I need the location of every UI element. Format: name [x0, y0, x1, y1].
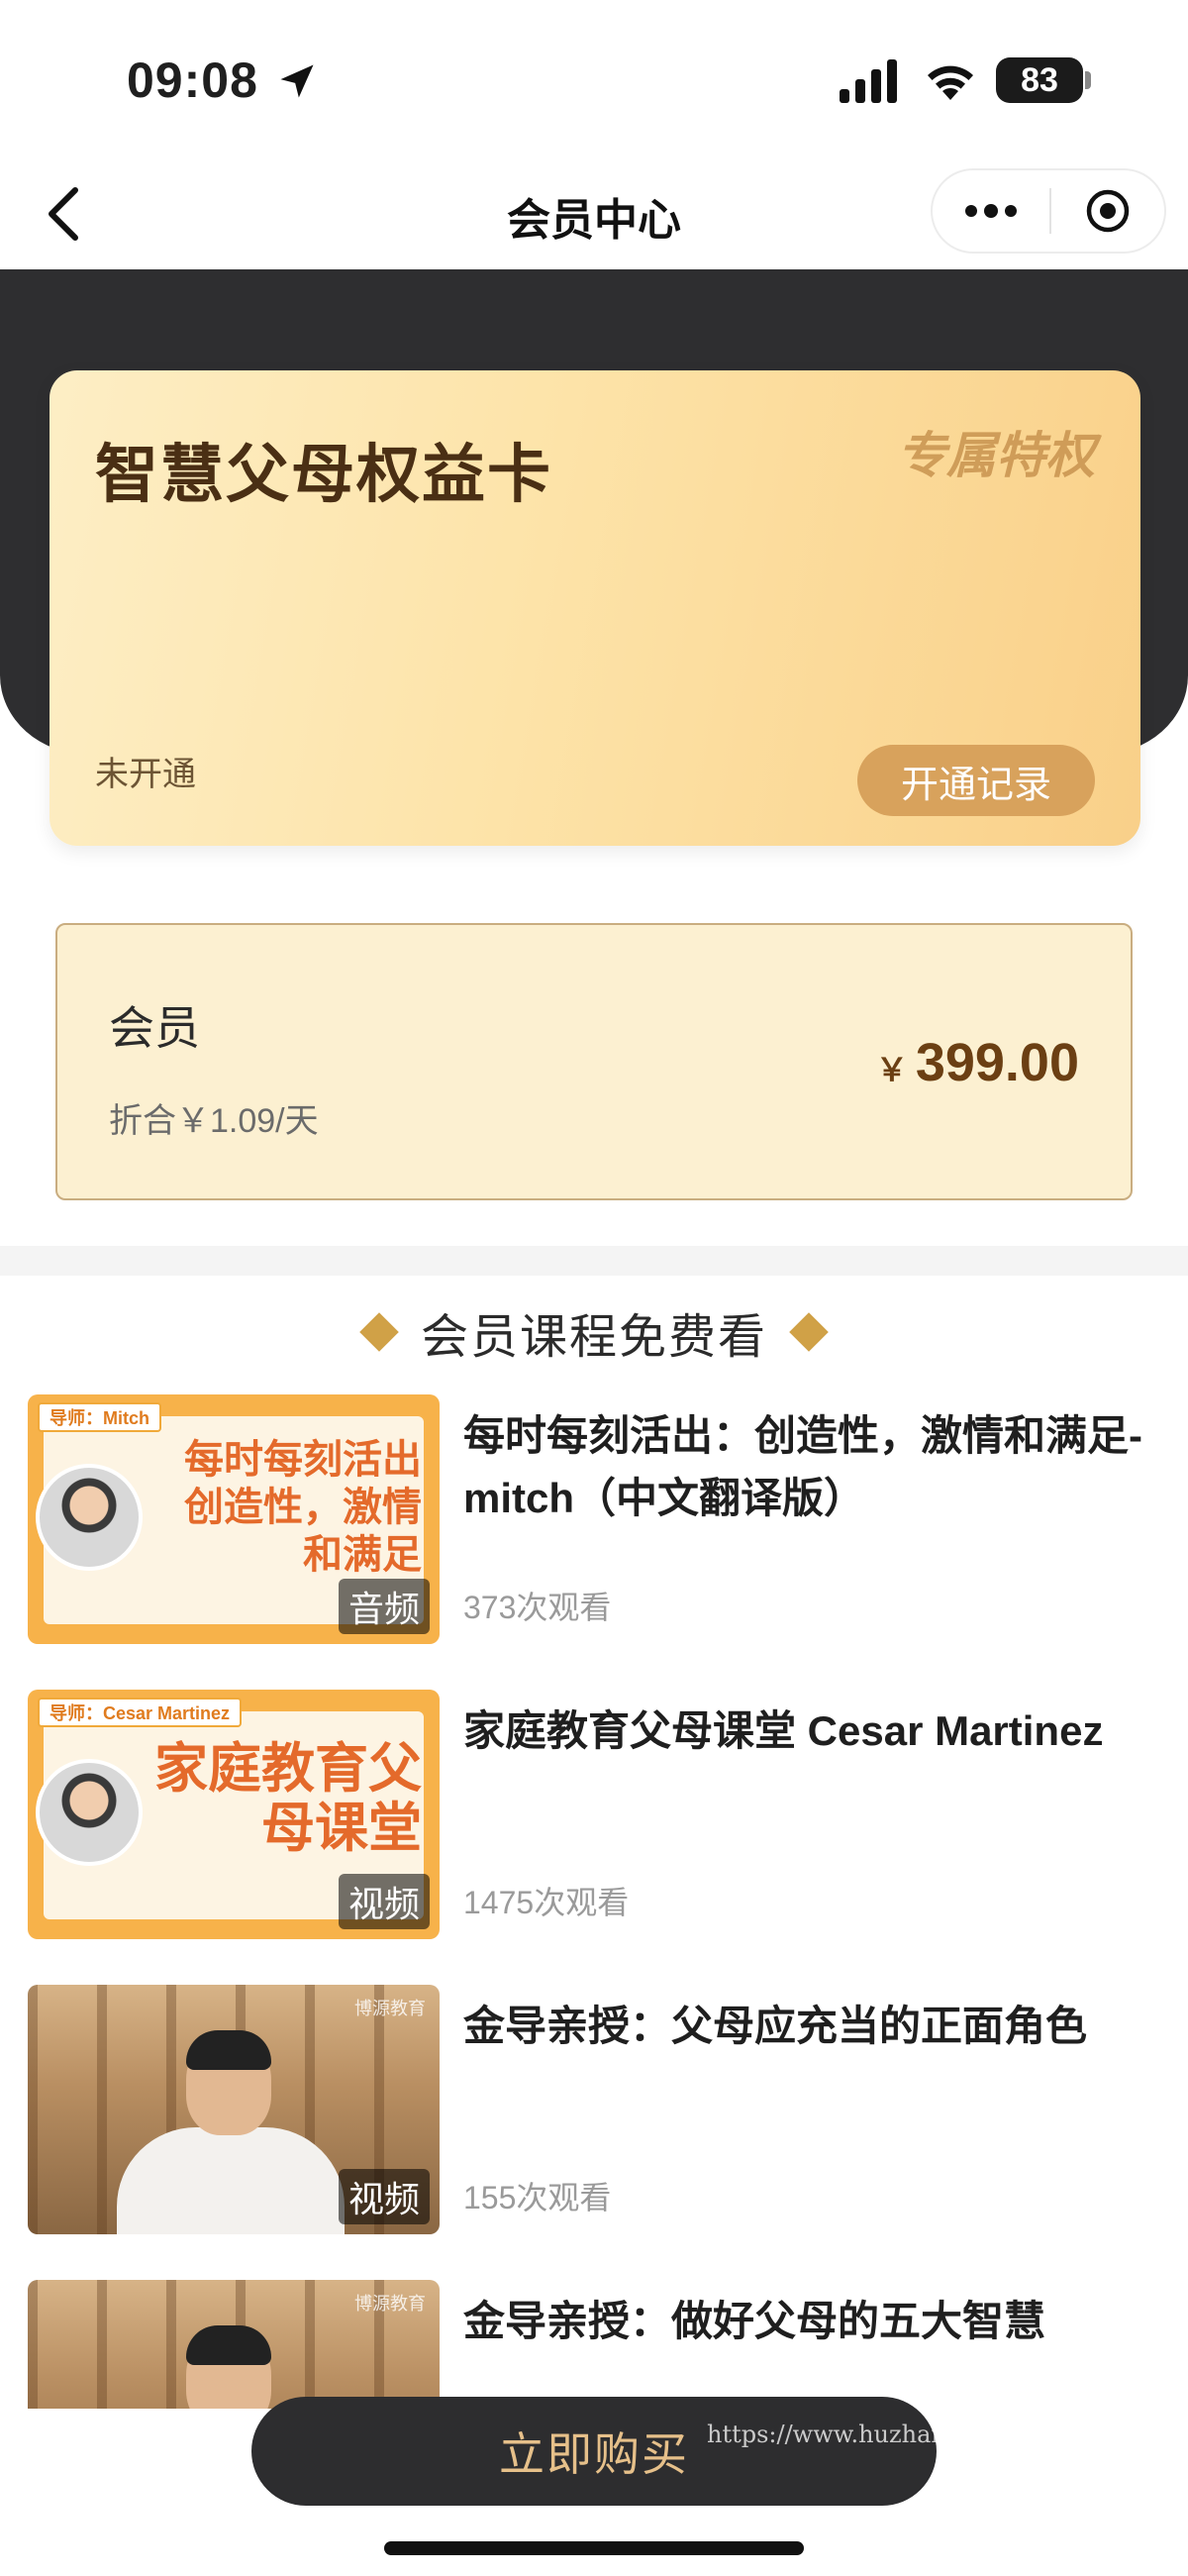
thumbnail-brand-mark: 博源教育: [354, 2294, 426, 2314]
course-title: 每时每刻活出：创造性，激情和满足-mitch（中文翻译版）: [463, 1412, 1142, 1521]
back-chevron-icon[interactable]: [44, 184, 87, 244]
course-item[interactable]: 博源教育 视频 金导亲授：父母应充当的正面角色 155次观看: [28, 1985, 1166, 2234]
teacher-photo: [117, 2024, 345, 2234]
course-views: 373次观看: [463, 1590, 612, 1625]
price-amount: 399.00: [915, 1033, 1079, 1092]
section-header: 会员课程免费看: [0, 1297, 1188, 1367]
more-dots-icon[interactable]: [933, 170, 1049, 252]
nav-bar: 会员中心: [0, 158, 1188, 269]
wifi-icon: [928, 65, 973, 100]
course-thumbnail: 导师：Mitch 每时每刻活出创造性，激情和满足 音频: [28, 1394, 440, 1644]
course-item[interactable]: 博源教育 金导亲授：做好父母的五大智慧: [28, 2280, 1166, 2409]
course-title: 金导亲授：做好父母的五大智慧: [463, 2298, 1046, 2344]
watermark: https://www.huzhan.com/ishop25253: [707, 2421, 1152, 2448]
section-title: 会员课程免费看: [420, 1311, 767, 1364]
status-time: 09:08: [127, 52, 258, 108]
mini-program-capsule: [931, 168, 1166, 254]
teacher-avatar: [36, 1759, 143, 1866]
home-indicator: [384, 2541, 804, 2555]
course-item[interactable]: 导师：Cesar Martinez 家庭教育父母课堂 视频 家庭教育父母课堂 C…: [28, 1690, 1166, 1939]
thumbnail-headline: 每时每刻活出创造性，激情和满足: [184, 1438, 422, 1577]
course-item[interactable]: 导师：Mitch 每时每刻活出创造性，激情和满足 音频 每时每刻活出：创造性，激…: [28, 1394, 1166, 1644]
media-type-badge: 视频: [338, 1874, 430, 1929]
price-plan-option[interactable]: 会员 折合￥1.09/天 ￥ 399.00: [55, 923, 1133, 1200]
mini-program-close-icon[interactable]: [1051, 170, 1164, 252]
signal-icon: [840, 59, 897, 103]
course-views: 1475次观看: [463, 1885, 630, 1920]
location-arrow-icon: [280, 64, 314, 98]
plan-price: ￥ 399.00: [876, 1032, 1079, 1093]
thumbnail-brand-mark: 博源教育: [354, 1999, 426, 2018]
membership-card: 智慧父母权益卡 专属特权 未开通 开通记录: [50, 370, 1140, 846]
media-type-badge: 视频: [338, 2169, 430, 2224]
thumbnail-teacher-tag: 导师：Cesar Martinez: [38, 1698, 243, 1727]
status-bar: 09:08 83: [0, 0, 1188, 158]
plan-name: 会员: [109, 1002, 200, 1054]
teacher-photo: [117, 2319, 345, 2409]
membership-status: 未开通: [95, 756, 196, 793]
section-divider: [0, 1246, 1188, 1276]
buy-now-button[interactable]: 立即购买: [251, 2397, 937, 2506]
price-currency: ￥: [875, 1052, 908, 1087]
course-views: 155次观看: [463, 2180, 612, 2215]
card-privilege-tag: 专属特权: [897, 428, 1095, 483]
plan-daily-price: 折合￥1.09/天: [109, 1102, 319, 1140]
course-title: 金导亲授：父母应充当的正面角色: [463, 2003, 1088, 2049]
teacher-avatar: [36, 1464, 143, 1571]
diamond-icon: [789, 1312, 829, 1352]
course-title: 家庭教育父母课堂 Cesar Martinez: [463, 1707, 1104, 1754]
thumbnail-headline: 家庭教育父母课堂: [154, 1739, 422, 1859]
thumbnail-teacher-tag: 导师：Mitch: [38, 1402, 161, 1432]
activation-record-button[interactable]: 开通记录: [857, 745, 1095, 816]
battery-icon: 83: [996, 57, 1091, 103]
media-type-badge: 音频: [338, 1579, 430, 1634]
diamond-icon: [359, 1312, 399, 1352]
card-title: 智慧父母权益卡: [95, 439, 552, 510]
battery-level: 83: [1021, 60, 1058, 99]
course-thumbnail: 导师：Cesar Martinez 家庭教育父母课堂 视频: [28, 1690, 440, 1939]
course-thumbnail: 博源教育 视频: [28, 1985, 440, 2234]
course-thumbnail: 博源教育: [28, 2280, 440, 2409]
